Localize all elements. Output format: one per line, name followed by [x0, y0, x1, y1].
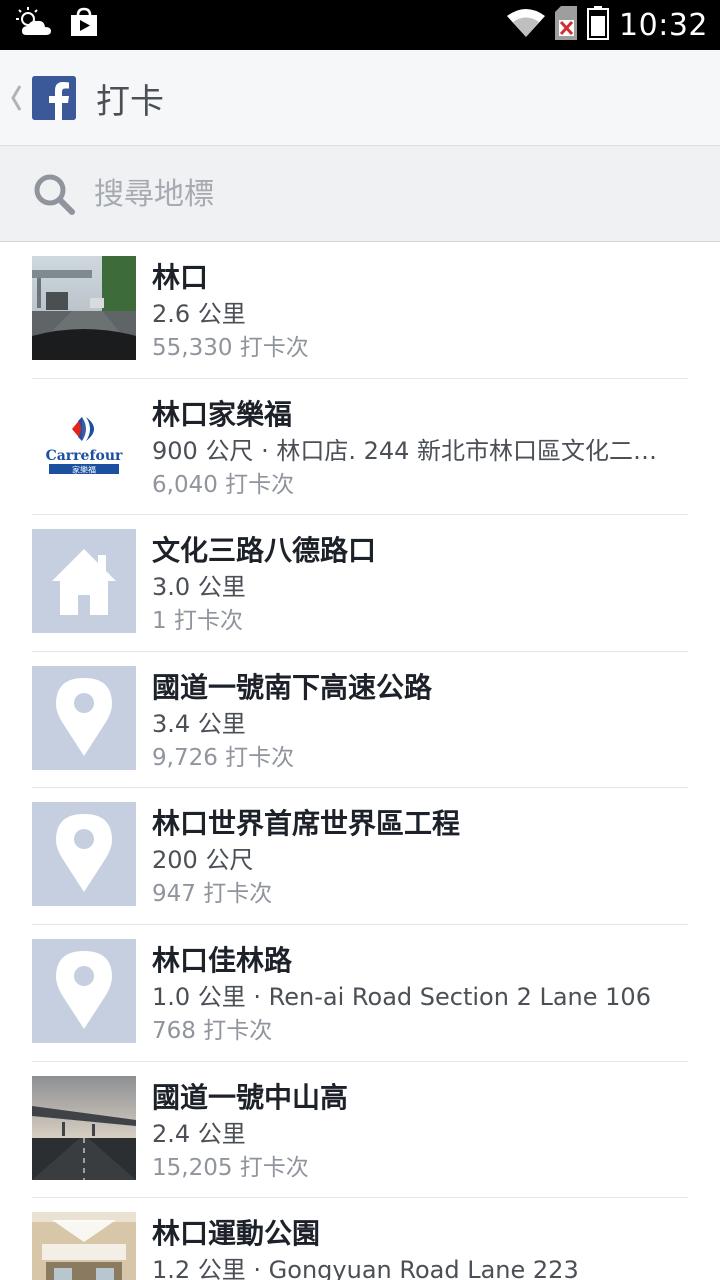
place-distance: 1.2 公里 · Gongyuan Road Lane 223	[152, 1256, 579, 1280]
checkin-count: 947 打卡次	[152, 881, 273, 908]
pin-icon	[32, 802, 136, 907]
page-title: 打卡	[96, 82, 164, 122]
battery-icon	[587, 6, 610, 44]
weather-icon	[16, 7, 54, 43]
place-distance: 900 公尺 · 林口店. 244 新北市林口區文化二路一…	[152, 436, 677, 465]
list-item[interactable]: 林口佳林路 1.0 公里 · Ren-ai Road Section 2 Lan…	[0, 925, 720, 1062]
place-name: 國道一號南下高速公路	[152, 670, 433, 704]
list-item[interactable]: 林口世界首席世界區工程 200 公尺 947 打卡次	[0, 788, 720, 925]
place-name: 林口運動公園	[152, 1217, 321, 1251]
place-photo-building	[32, 1212, 136, 1280]
list-item[interactable]: 林口 2.6 公里 55,330 打卡次	[0, 242, 720, 379]
place-distance: 3.0 公里	[152, 573, 246, 602]
place-distance: 2.4 公里	[152, 1119, 246, 1148]
place-distance: 3.4 公里	[152, 709, 246, 738]
place-photo-road	[32, 256, 136, 360]
place-name: 林口	[152, 261, 209, 294]
places-list: 林口 2.6 公里 55,330 打卡次 Carrefour 家樂福 林口家樂福…	[0, 242, 720, 1280]
no-sim-icon	[555, 6, 578, 44]
place-name: 林口家樂福	[152, 397, 293, 431]
search-bar	[0, 146, 720, 242]
pin-icon	[32, 938, 136, 1043]
checkin-count: 768 打卡次	[152, 1017, 273, 1044]
checkin-count: 6,040 打卡次	[152, 471, 295, 498]
place-photo-highway	[32, 1075, 136, 1180]
search-input[interactable]	[94, 172, 674, 216]
place-name: 林口世界首席世界區工程	[152, 807, 461, 841]
place-distance: 1.0 公里 · Ren-ai Road Section 2 Lane 106	[152, 982, 651, 1011]
place-distance: 200 公尺	[152, 846, 254, 875]
place-name: 林口佳林路	[152, 943, 293, 977]
checkin-count: 1 打卡次	[152, 608, 243, 635]
clock: 10:32	[619, 7, 708, 43]
carrefour-logo-text: Carrefour	[46, 448, 123, 464]
place-distance: 2.6 公里	[152, 300, 246, 328]
checkin-count: 9,726 打卡次	[152, 744, 295, 771]
status-bar: 10:32	[0, 0, 720, 50]
search-icon	[32, 172, 76, 216]
home-icon	[32, 529, 136, 634]
carrefour-logo: Carrefour 家樂福	[32, 392, 136, 497]
play-store-icon	[68, 7, 100, 43]
facebook-logo-icon[interactable]	[32, 76, 76, 120]
pin-icon	[32, 665, 136, 770]
back-chevron-icon[interactable]	[8, 80, 24, 116]
list-item[interactable]: 文化三路八德路口 3.0 公里 1 打卡次	[0, 515, 720, 652]
place-name: 文化三路八德路口	[152, 534, 377, 568]
wifi-icon	[507, 8, 546, 42]
checkin-count: 55,330 打卡次	[152, 335, 309, 361]
list-item[interactable]: 國道一號南下高速公路 3.4 公里 9,726 打卡次	[0, 652, 720, 789]
list-item[interactable]: 國道一號中山高 2.4 公里 15,205 打卡次	[0, 1062, 720, 1199]
place-name: 國道一號中山高	[152, 1080, 349, 1114]
list-item[interactable]: 林口運動公園 1.2 公里 · Gongyuan Road Lane 223	[0, 1198, 720, 1280]
list-item[interactable]: Carrefour 家樂福 林口家樂福 900 公尺 · 林口店. 244 新北…	[0, 379, 720, 516]
checkin-count: 15,205 打卡次	[152, 1154, 309, 1181]
app-bar: 打卡	[0, 50, 720, 146]
carrefour-logo-subtext: 家樂福	[72, 464, 96, 474]
